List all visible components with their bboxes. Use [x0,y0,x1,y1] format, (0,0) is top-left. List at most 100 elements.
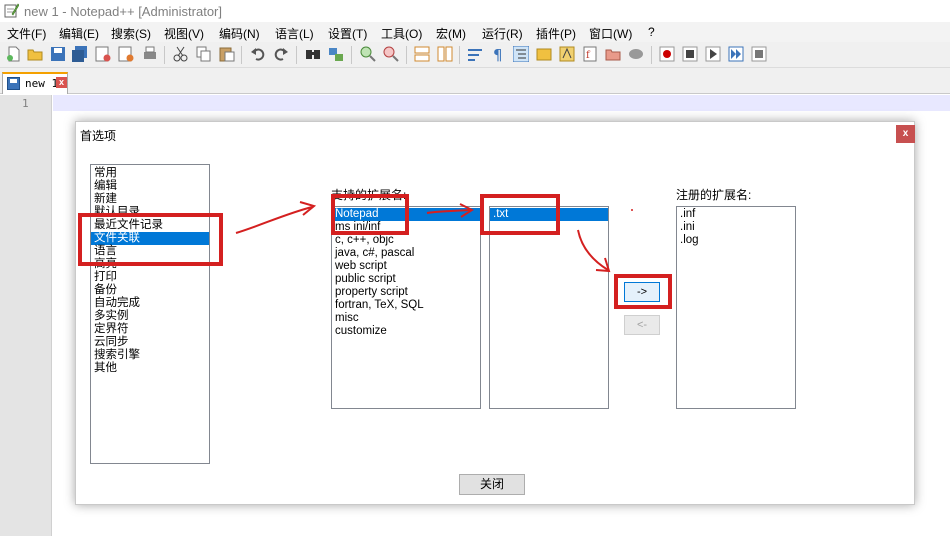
tab-new-1[interactable]: new 1 x [2,72,68,94]
group-item[interactable]: web script [332,260,480,273]
menu-encoding[interactable]: 编码(N) [219,25,260,42]
window-title: new 1 - Notepad++ [Administrator] [24,4,222,19]
category-list[interactable]: 常用 编辑 新建 默认目录 最近文件记录 文件关联 语言 高亮 打印 备份 自动… [90,164,210,464]
tab-close-icon[interactable]: x [56,77,67,88]
menu-bar: 文件(F) 编辑(E) 搜索(S) 视图(V) 编码(N) 语言(L) 设置(T… [0,22,950,42]
title-bar: new 1 - Notepad++ [Administrator] [0,0,950,22]
toolbar-separator [164,46,165,64]
menu-search[interactable]: 搜索(S) [111,25,151,42]
user-language-icon[interactable] [536,46,552,62]
category-item[interactable]: 打印 [91,271,209,284]
registered-item[interactable]: .ini [677,221,795,234]
zoom-in-icon[interactable] [360,46,376,62]
remove-extension-button[interactable]: <- [624,315,660,335]
group-item[interactable]: c, c++, objc [332,234,480,247]
group-item[interactable]: customize [332,325,480,338]
close-all-icon[interactable] [118,46,134,62]
category-item[interactable]: 自动完成 [91,297,209,310]
category-item[interactable]: 多实例 [91,310,209,323]
line-number-gutter: 1 [0,95,52,536]
category-item[interactable]: 最近文件记录 [91,219,209,232]
category-item[interactable]: 备份 [91,284,209,297]
category-item[interactable]: 其他 [91,362,209,375]
indent-guide-icon[interactable] [513,46,529,62]
new-file-icon[interactable] [6,46,22,62]
folder-workspace-icon[interactable] [605,46,621,62]
category-item[interactable]: 高亮 [91,258,209,271]
supported-extensions-label: 支持的扩展名: [331,188,407,202]
line-number: 1 [22,97,29,110]
record-macro-icon[interactable] [659,46,675,62]
undo-icon[interactable] [250,46,266,62]
registered-extensions-label: 注册的扩展名: [676,188,752,202]
supported-groups-list[interactable]: Notepad ms ini/inf c, c++, objc java, c#… [331,206,481,409]
word-wrap-icon[interactable] [467,46,483,62]
sync-horizontal-icon[interactable] [437,46,453,62]
unsaved-file-icon [7,77,20,90]
group-item[interactable]: misc [332,312,480,325]
group-item[interactable]: fortran, TeX, SQL [332,299,480,312]
print-icon[interactable] [142,46,158,62]
menu-file[interactable]: 文件(F) [7,25,46,42]
menu-tools[interactable]: 工具(O) [381,25,422,42]
dialog-title: 首选项 [80,129,117,143]
category-item[interactable]: 新建 [91,193,209,206]
stop-record-icon[interactable] [682,46,698,62]
save-all-icon[interactable] [72,46,88,62]
category-item[interactable]: 云同步 [91,336,209,349]
document-map-icon[interactable] [559,46,575,62]
dialog-close-button[interactable]: x [896,125,915,143]
category-item[interactable]: 语言 [91,245,209,258]
menu-plugins[interactable]: 插件(P) [536,25,576,42]
tab-label: new 1 [25,77,59,90]
run-macro-multiple-icon[interactable] [728,46,744,62]
toolbar-separator [406,46,407,64]
category-item[interactable]: 默认目录 [91,206,209,219]
redo-icon[interactable] [273,46,289,62]
save-macro-icon[interactable] [751,46,767,62]
registered-extensions-list[interactable]: .inf .ini .log [676,206,796,409]
zoom-out-icon[interactable] [383,46,399,62]
close-file-icon[interactable] [95,46,111,62]
sync-vertical-icon[interactable] [414,46,430,62]
save-icon[interactable] [50,46,66,62]
copy-icon[interactable] [196,46,212,62]
category-item-selected[interactable]: 文件关联 [91,232,209,245]
registered-item[interactable]: .inf [677,208,795,221]
toolbar-separator [351,46,352,64]
group-item[interactable]: public script [332,273,480,286]
add-extension-button[interactable]: -> [624,282,660,302]
menu-view[interactable]: 视图(V) [164,25,204,42]
group-item[interactable]: java, c#, pascal [332,247,480,260]
svg-text:¶: ¶ [493,46,503,62]
group-item-selected[interactable]: Notepad [332,208,480,221]
menu-language[interactable]: 语言(L) [275,25,314,42]
group-item[interactable]: property script [332,286,480,299]
category-item[interactable]: 搜索引擎 [91,349,209,362]
toolbar-separator [651,46,652,64]
function-list-icon[interactable]: f [582,46,598,62]
find-icon[interactable] [305,46,321,62]
open-file-icon[interactable] [27,46,43,62]
monitoring-icon[interactable] [628,46,644,62]
replace-icon[interactable] [328,46,344,62]
group-extensions-list[interactable]: .txt [489,206,609,409]
play-macro-icon[interactable] [705,46,721,62]
menu-window[interactable]: 窗口(W) [589,25,632,42]
menu-help[interactable]: ? [648,25,655,39]
close-button[interactable]: 关闭 [459,474,525,495]
show-all-characters-icon[interactable]: ¶ [490,46,506,62]
menu-run[interactable]: 运行(R) [482,25,523,42]
group-item[interactable]: ms ini/inf [332,221,480,234]
registered-item[interactable]: .log [677,234,795,247]
category-item[interactable]: 定界符 [91,323,209,336]
category-item[interactable]: 编辑 [91,180,209,193]
paste-icon[interactable] [219,46,235,62]
menu-settings[interactable]: 设置(T) [328,25,367,42]
menu-edit[interactable]: 编辑(E) [59,25,99,42]
menu-macro[interactable]: 宏(M) [436,25,466,42]
category-item[interactable]: 常用 [91,167,209,180]
extension-item-selected[interactable]: .txt [490,208,608,221]
cut-icon[interactable] [173,46,189,62]
toolbar-separator [241,46,242,64]
